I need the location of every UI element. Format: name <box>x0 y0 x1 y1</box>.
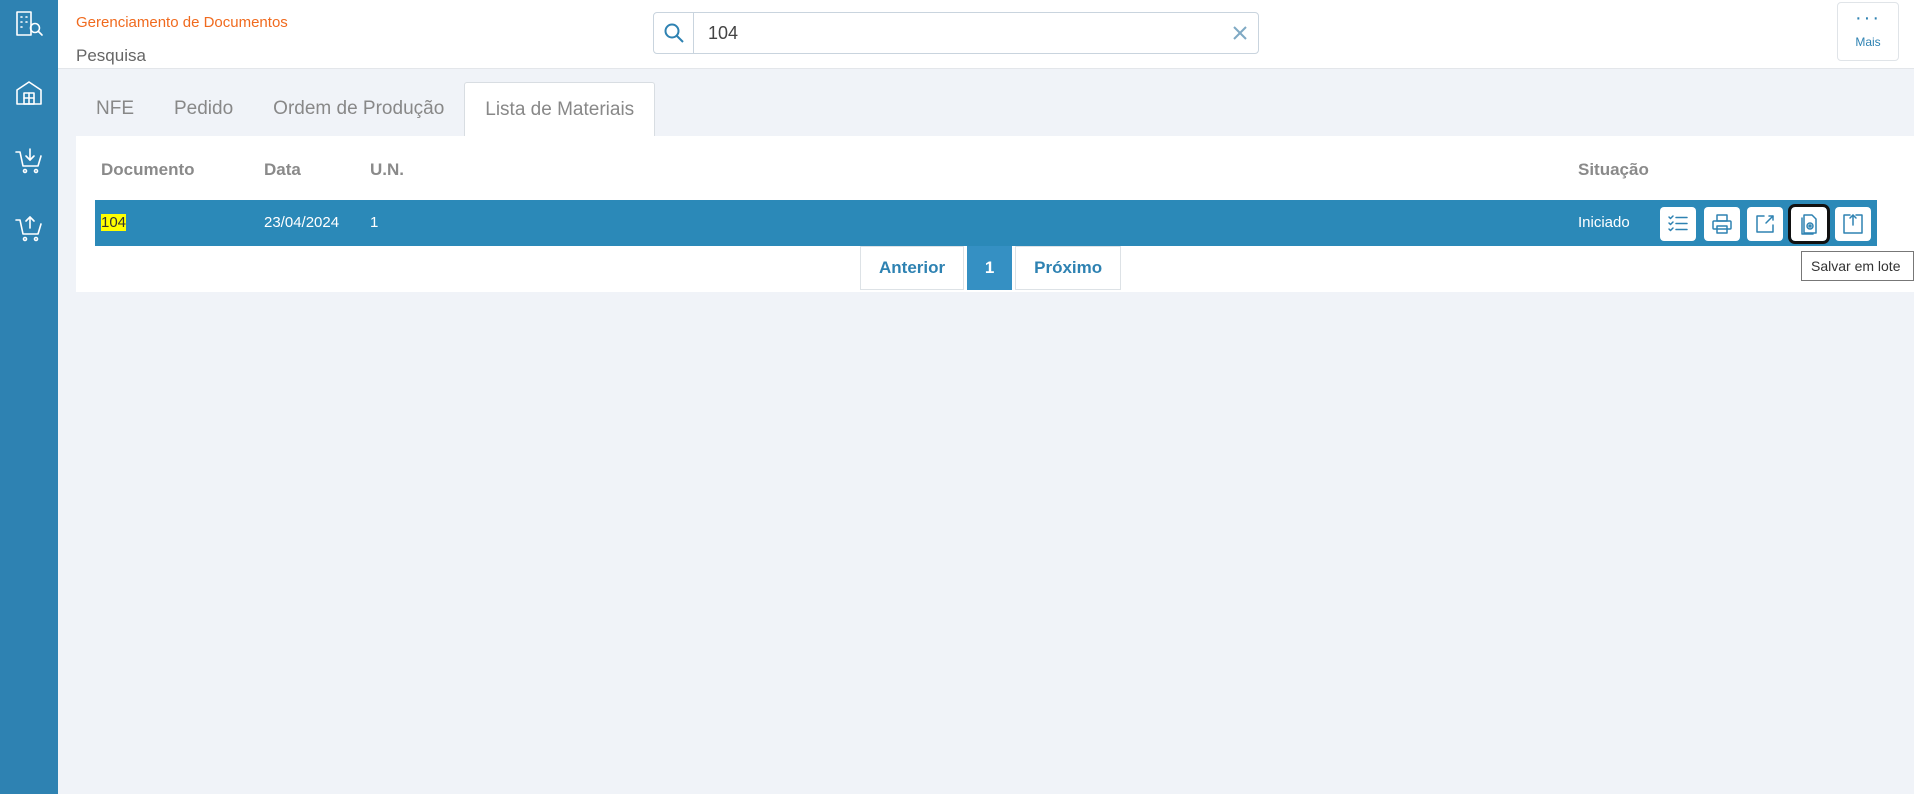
warehouse-icon[interactable] <box>13 77 45 109</box>
header: Gerenciamento de Documentos Pesquisa ···… <box>58 0 1914 69</box>
print-button[interactable] <box>1704 207 1740 241</box>
tab-pedido[interactable]: Pedido <box>154 82 253 136</box>
close-icon <box>1233 26 1247 40</box>
batch-save-button[interactable] <box>1788 204 1830 244</box>
document-tabs: NFE Pedido Ordem de Produção Lista de Ma… <box>76 82 656 136</box>
results-panel: Documento Data U.N. Situação 104 23/04/2… <box>76 136 1914 292</box>
cell-un: 1 <box>370 214 379 231</box>
more-label: Mais <box>1855 34 1881 49</box>
column-header-situacao[interactable]: Situação <box>1578 160 1649 180</box>
tab-ordem-de-producao[interactable]: Ordem de Produção <box>253 82 464 136</box>
tab-lista-de-materiais[interactable]: Lista de Materiais <box>464 82 656 136</box>
search-highlight: 104 <box>101 214 127 231</box>
search-box <box>653 12 1259 54</box>
column-header-un[interactable]: U.N. <box>370 160 404 180</box>
column-header-data[interactable]: Data <box>264 160 301 180</box>
cell-data: 23/04/2024 <box>264 214 340 231</box>
building-search-icon[interactable] <box>13 8 45 40</box>
tooltip: Salvar em lote <box>1801 251 1914 281</box>
search-icon <box>664 23 684 43</box>
checklist-button[interactable] <box>1660 207 1696 241</box>
checklist-icon <box>1668 215 1688 232</box>
page-title: Pesquisa <box>76 46 146 65</box>
column-header-documento[interactable]: Documento <box>101 160 195 180</box>
next-page-button[interactable]: Próximo <box>1015 246 1122 290</box>
pagination: Anterior 1 Próximo <box>860 246 1122 290</box>
app-title: Gerenciamento de Documentos <box>76 14 288 31</box>
tab-nfe[interactable]: NFE <box>76 82 154 136</box>
cell-documento: 104 <box>101 214 127 231</box>
sidebar <box>0 0 58 794</box>
page-1-button[interactable]: 1 <box>967 246 1013 290</box>
table-row[interactable]: 104 23/04/2024 1 Iniciado <box>95 200 1877 246</box>
printer-icon <box>1712 214 1732 234</box>
search-button[interactable] <box>654 13 694 53</box>
cell-situacao: Iniciado <box>1578 214 1630 231</box>
batch-save-icon <box>1801 214 1817 235</box>
upload-box-icon <box>1843 214 1863 234</box>
search-input[interactable] <box>694 14 1222 52</box>
more-button[interactable]: ··· Mais <box>1837 2 1899 61</box>
clear-search-button[interactable] <box>1222 15 1258 51</box>
cart-download-icon[interactable] <box>13 145 45 177</box>
more-dots-icon: ··· <box>1855 6 1881 29</box>
cart-upload-icon[interactable] <box>13 213 45 245</box>
edit-export-icon <box>1756 215 1774 233</box>
previous-page-button[interactable]: Anterior <box>860 246 965 290</box>
upload-button[interactable] <box>1835 207 1871 241</box>
edit-export-button[interactable] <box>1747 207 1783 241</box>
